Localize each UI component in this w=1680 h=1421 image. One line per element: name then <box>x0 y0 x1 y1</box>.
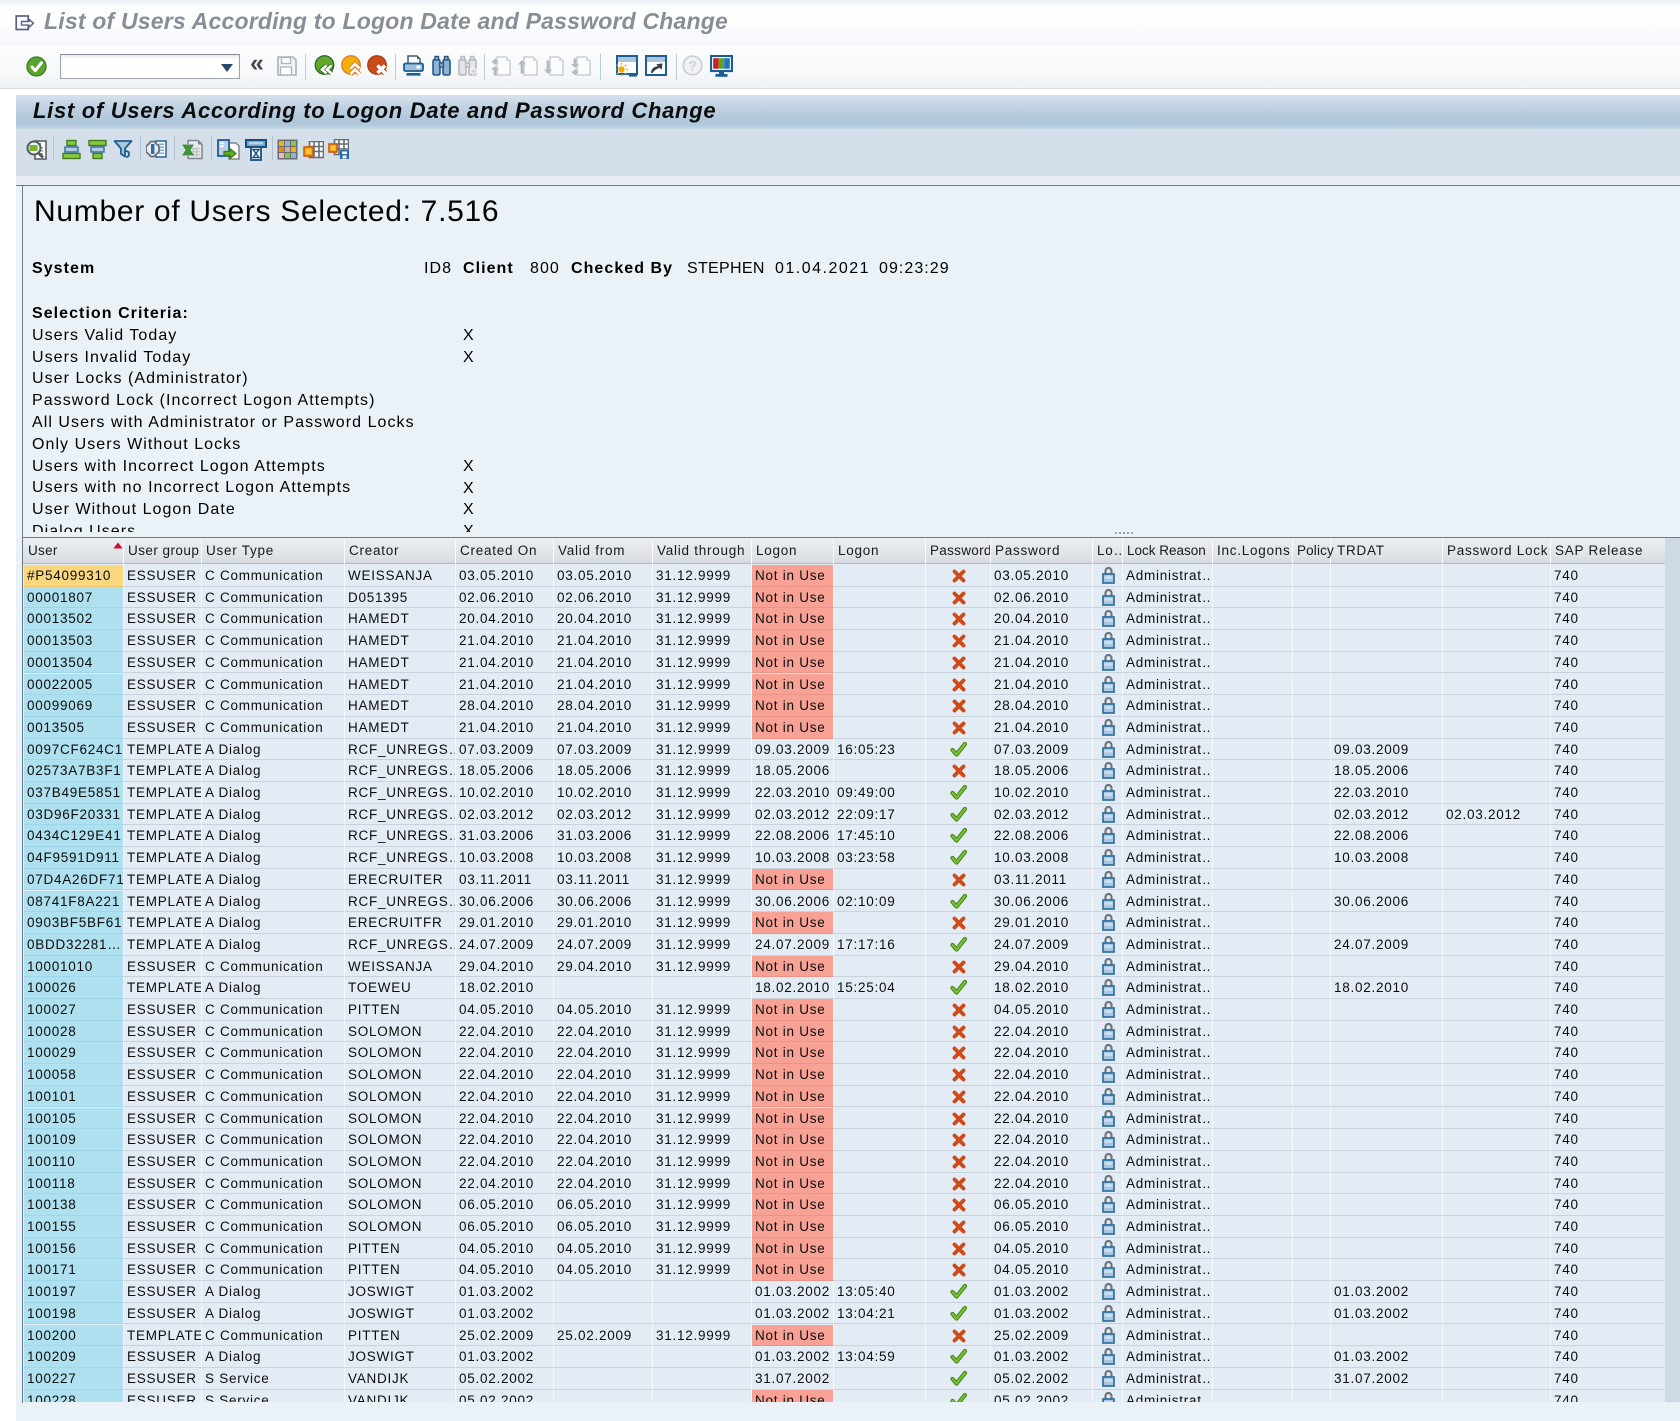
svg-text:?: ? <box>688 58 697 74</box>
